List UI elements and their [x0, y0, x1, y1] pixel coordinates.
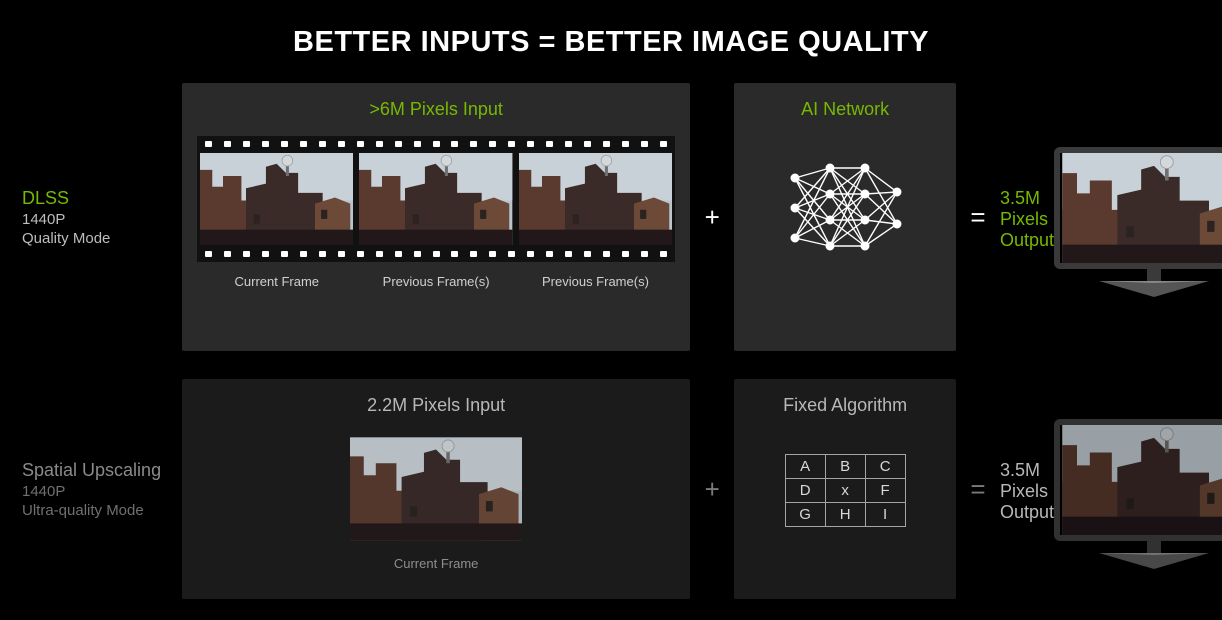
kernel-cell: H — [825, 503, 865, 527]
monitor-stand — [1147, 541, 1161, 553]
filmstrip-frames — [197, 149, 675, 249]
page-title: BETTER INPUTS = BETTER IMAGE QUALITY — [0, 0, 1222, 83]
plus-icon: + — [690, 202, 734, 233]
row-label-dlss: DLSS 1440P Quality Mode — [22, 188, 182, 247]
kernel-cell: A — [785, 455, 825, 479]
filmstrip-icon — [197, 136, 675, 262]
tech-name: Spatial Upscaling — [22, 460, 182, 481]
frame-label: Previous Frame(s) — [356, 274, 515, 289]
frame-label: Previous Frame(s) — [516, 274, 675, 289]
monitor-screen — [1054, 419, 1222, 541]
input-panel-spatial: 2.2M Pixels Input Current Frame — [182, 379, 690, 599]
output-panel-dlss: 3.5M Pixels Output — [1000, 83, 1212, 351]
row-label-spatial: Spatial Upscaling 1440P Ultra-quality Mo… — [22, 460, 182, 519]
monitor-screen — [1054, 147, 1222, 269]
comparison-rows: DLSS 1440P Quality Mode >6M Pixels Input — [0, 83, 1222, 599]
kernel-cell: B — [825, 455, 865, 479]
frame-thumb — [519, 151, 672, 247]
frame-thumb — [350, 436, 522, 542]
mode-label: Ultra-quality Mode — [22, 502, 182, 519]
frame-label: Current Frame — [394, 556, 479, 571]
input-panel-dlss: >6M Pixels Input — [182, 83, 690, 351]
convolution-kernel-icon: A B C D x F G H I — [785, 454, 906, 527]
network-header: Fixed Algorithm — [783, 395, 907, 416]
monitor-icon — [1054, 147, 1222, 297]
plus-icon: + — [690, 474, 734, 505]
mode-label: Quality Mode — [22, 230, 182, 247]
input-header: 2.2M Pixels Input — [367, 395, 505, 416]
output-header: 3.5M Pixels Output — [1000, 188, 1054, 251]
output-panel-spatial: 3.5M Pixels Output — [1000, 379, 1212, 599]
kernel-cell: I — [865, 503, 905, 527]
network-header: AI Network — [801, 99, 889, 120]
frame-thumb — [359, 151, 512, 247]
sprocket-row — [197, 249, 675, 259]
row-spatial: Spatial Upscaling 1440P Ultra-quality Mo… — [0, 379, 1222, 599]
frame-thumb — [200, 151, 353, 247]
resolution-label: 1440P — [22, 483, 182, 500]
kernel-cell: x — [825, 479, 865, 503]
kernel-cell: C — [865, 455, 905, 479]
equals-icon: = — [956, 202, 1000, 233]
kernel-cell: D — [785, 479, 825, 503]
frame-labels: Current Frame Previous Frame(s) Previous… — [197, 274, 675, 289]
kernel-cell: G — [785, 503, 825, 527]
network-panel-spatial: Fixed Algorithm A B C D x F G H I — [734, 379, 956, 599]
output-header: 3.5M Pixels Output — [1000, 460, 1054, 523]
kernel-cell: F — [865, 479, 905, 503]
monitor-base — [1099, 553, 1209, 569]
input-header: >6M Pixels Input — [369, 99, 503, 120]
sprocket-row — [197, 139, 675, 149]
resolution-label: 1440P — [22, 211, 182, 228]
row-dlss: DLSS 1440P Quality Mode >6M Pixels Input — [0, 83, 1222, 351]
monitor-stand — [1147, 269, 1161, 281]
frame-label: Current Frame — [197, 274, 356, 289]
equals-icon: = — [956, 474, 1000, 505]
monitor-base — [1099, 281, 1209, 297]
network-panel-dlss: AI Network — [734, 83, 956, 351]
neural-network-icon — [785, 158, 905, 258]
tech-name: DLSS — [22, 188, 182, 209]
monitor-icon — [1054, 419, 1222, 569]
